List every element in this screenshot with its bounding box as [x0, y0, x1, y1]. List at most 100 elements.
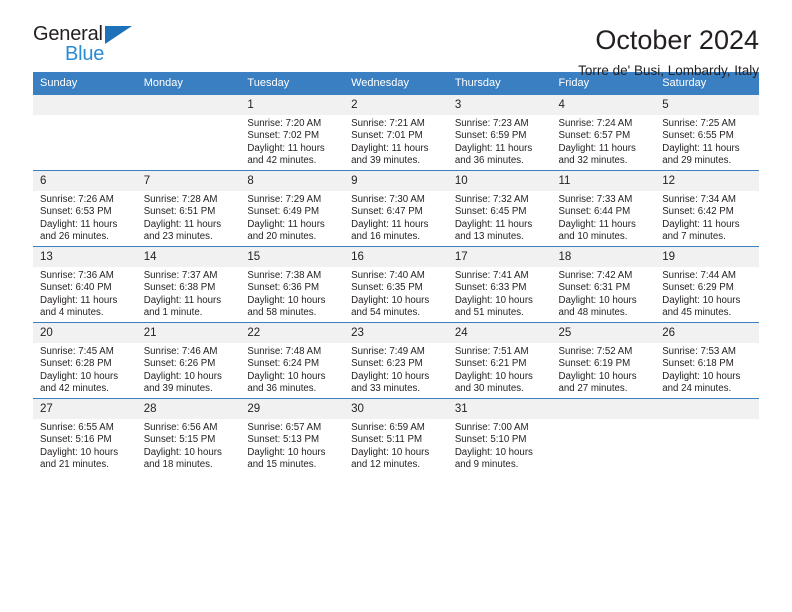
sunrise-text: Sunrise: 7:00 AM [454, 422, 529, 433]
sunset-text: Sunset: 6:57 PM [558, 130, 631, 142]
daylight-text: Daylight: 11 hours and 29 minutes. [662, 142, 740, 166]
day-cell[interactable]: 17 Sunrise: 7:41 AM Sunset: 6:33 PM Dayl… [447, 246, 552, 323]
day-cell[interactable] [136, 95, 241, 171]
day-cell[interactable]: 9 Sunrise: 7:30 AM Sunset: 6:47 PM Dayli… [344, 170, 448, 247]
day-cell[interactable]: 16 Sunrise: 7:40 AM Sunset: 6:35 PM Dayl… [344, 246, 448, 323]
sunset-text: Sunset: 6:23 PM [351, 358, 423, 370]
daylight-text: Daylight: 11 hours and 32 minutes. [558, 142, 636, 166]
day-number [136, 95, 241, 115]
sunrise-text: Sunrise: 7:29 AM [247, 194, 322, 205]
day-cell[interactable]: 30 Sunrise: 6:59 AM Sunset: 5:11 PM Dayl… [344, 398, 448, 474]
day-info: Sunrise: 7:37 AM Sunset: 6:38 PM Dayligh… [137, 267, 241, 319]
logo-triangle-icon [105, 26, 132, 44]
day-cell[interactable]: 19 Sunrise: 7:44 AM Sunset: 6:29 PM Dayl… [655, 246, 759, 323]
sunset-text: Sunset: 5:11 PM [351, 434, 423, 446]
day-cell[interactable]: 26 Sunrise: 7:53 AM Sunset: 6:18 PM Dayl… [655, 322, 759, 399]
sunrise-text: Sunrise: 7:51 AM [454, 346, 529, 357]
weekday-header-wednesday: Wednesday [344, 72, 448, 95]
sunrise-text: Sunrise: 7:21 AM [351, 118, 425, 129]
day-number: 22 [240, 323, 345, 343]
day-cell[interactable]: 6 Sunrise: 7:26 AM Sunset: 6:53 PM Dayli… [33, 170, 137, 247]
sunset-text: Sunset: 5:13 PM [247, 434, 320, 446]
day-info: Sunrise: 7:32 AM Sunset: 6:45 PM Dayligh… [448, 191, 552, 243]
sunset-text: Sunset: 5:15 PM [143, 434, 216, 446]
day-cell[interactable]: 21 Sunrise: 7:46 AM Sunset: 6:26 PM Dayl… [136, 322, 241, 399]
day-cell[interactable]: 11 Sunrise: 7:33 AM Sunset: 6:44 PM Dayl… [551, 170, 656, 247]
sunset-text: Sunset: 6:59 PM [454, 130, 527, 142]
daylight-text: Daylight: 10 hours and 30 minutes. [454, 370, 533, 394]
day-info: Sunrise: 7:23 AM Sunset: 6:59 PM Dayligh… [448, 115, 552, 167]
day-info: Sunrise: 7:20 AM Sunset: 7:02 PM Dayligh… [240, 115, 344, 167]
day-cell[interactable]: 31 Sunrise: 7:00 AM Sunset: 5:10 PM Dayl… [447, 398, 552, 474]
day-cell[interactable]: 18 Sunrise: 7:42 AM Sunset: 6:31 PM Dayl… [551, 246, 656, 323]
day-cell[interactable]: 13 Sunrise: 7:36 AM Sunset: 6:40 PM Dayl… [33, 246, 137, 323]
sunset-text: Sunset: 6:45 PM [454, 206, 527, 218]
day-info [33, 115, 137, 118]
daylight-text: Daylight: 10 hours and 51 minutes. [454, 294, 533, 318]
day-cell[interactable]: 14 Sunrise: 7:37 AM Sunset: 6:38 PM Dayl… [136, 246, 241, 323]
day-number [33, 95, 137, 115]
day-cell[interactable]: 4 Sunrise: 7:24 AM Sunset: 6:57 PM Dayli… [551, 95, 656, 171]
day-cell[interactable]: 7 Sunrise: 7:28 AM Sunset: 6:51 PM Dayli… [136, 170, 241, 247]
day-cell[interactable]: 22 Sunrise: 7:48 AM Sunset: 6:24 PM Dayl… [240, 322, 345, 399]
day-number: 3 [447, 95, 552, 115]
day-cell[interactable]: 23 Sunrise: 7:49 AM Sunset: 6:23 PM Dayl… [344, 322, 448, 399]
day-cell[interactable]: 25 Sunrise: 7:52 AM Sunset: 6:19 PM Dayl… [551, 322, 656, 399]
sunset-text: Sunset: 6:18 PM [662, 358, 734, 370]
daylight-text: Daylight: 11 hours and 1 minute. [143, 294, 222, 318]
week-row: 27 Sunrise: 6:55 AM Sunset: 5:16 PM Dayl… [33, 398, 759, 474]
day-cell[interactable]: 24 Sunrise: 7:51 AM Sunset: 6:21 PM Dayl… [447, 322, 552, 399]
daylight-text: Daylight: 10 hours and 21 minutes. [40, 446, 119, 470]
day-cell[interactable]: 2 Sunrise: 7:21 AM Sunset: 7:01 PM Dayli… [344, 95, 448, 171]
sunrise-text: Sunrise: 7:26 AM [40, 194, 114, 205]
sunrise-text: Sunrise: 7:23 AM [454, 118, 529, 129]
day-cell[interactable]: 29 Sunrise: 6:57 AM Sunset: 5:13 PM Dayl… [240, 398, 345, 474]
sunset-text: Sunset: 6:35 PM [351, 282, 423, 294]
sunset-text: Sunset: 6:40 PM [40, 282, 112, 294]
sunrise-text: Sunrise: 7:36 AM [40, 270, 114, 281]
day-info: Sunrise: 7:25 AM Sunset: 6:55 PM Dayligh… [655, 115, 759, 167]
daylight-text: Daylight: 11 hours and 39 minutes. [351, 142, 429, 166]
daylight-text: Daylight: 10 hours and 33 minutes. [351, 370, 430, 394]
day-number: 8 [240, 171, 345, 191]
day-number: 23 [344, 323, 448, 343]
day-cell[interactable]: 10 Sunrise: 7:32 AM Sunset: 6:45 PM Dayl… [447, 170, 552, 247]
day-cell[interactable] [33, 95, 137, 171]
day-cell[interactable]: 15 Sunrise: 7:38 AM Sunset: 6:36 PM Dayl… [240, 246, 345, 323]
day-info: Sunrise: 7:21 AM Sunset: 7:01 PM Dayligh… [344, 115, 448, 167]
day-cell[interactable] [655, 398, 759, 474]
day-cell[interactable]: 8 Sunrise: 7:29 AM Sunset: 6:49 PM Dayli… [240, 170, 345, 247]
sunset-text: Sunset: 7:01 PM [351, 130, 423, 142]
sunset-text: Sunset: 6:19 PM [558, 358, 631, 370]
sunset-text: Sunset: 6:28 PM [40, 358, 112, 370]
sunset-text: Sunset: 6:24 PM [247, 358, 320, 370]
day-cell[interactable] [551, 398, 656, 474]
day-info: Sunrise: 7:36 AM Sunset: 6:40 PM Dayligh… [33, 267, 137, 319]
day-cell[interactable]: 3 Sunrise: 7:23 AM Sunset: 6:59 PM Dayli… [447, 95, 552, 171]
day-cell[interactable]: 5 Sunrise: 7:25 AM Sunset: 6:55 PM Dayli… [655, 95, 759, 171]
sunset-text: Sunset: 6:47 PM [351, 206, 423, 218]
day-cell[interactable]: 28 Sunrise: 6:56 AM Sunset: 5:15 PM Dayl… [136, 398, 241, 474]
day-info: Sunrise: 7:44 AM Sunset: 6:29 PM Dayligh… [655, 267, 759, 319]
week-row: 1 Sunrise: 7:20 AM Sunset: 7:02 PM Dayli… [33, 95, 759, 171]
daylight-text: Daylight: 10 hours and 45 minutes. [662, 294, 741, 318]
sunset-text: Sunset: 6:29 PM [662, 282, 734, 294]
sunset-text: Sunset: 6:44 PM [558, 206, 631, 218]
day-info: Sunrise: 7:33 AM Sunset: 6:44 PM Dayligh… [552, 191, 656, 243]
day-info: Sunrise: 7:29 AM Sunset: 6:49 PM Dayligh… [240, 191, 344, 243]
day-cell[interactable]: 12 Sunrise: 7:34 AM Sunset: 6:42 PM Dayl… [655, 170, 759, 247]
daylight-text: Daylight: 10 hours and 9 minutes. [454, 446, 533, 470]
day-cell[interactable]: 20 Sunrise: 7:45 AM Sunset: 6:28 PM Dayl… [33, 322, 137, 399]
day-number: 2 [344, 95, 448, 115]
calendar-body: 1 Sunrise: 7:20 AM Sunset: 7:02 PM Dayli… [33, 95, 759, 474]
week-row: 20 Sunrise: 7:45 AM Sunset: 6:28 PM Dayl… [33, 322, 759, 399]
day-cell[interactable]: 1 Sunrise: 7:20 AM Sunset: 7:02 PM Dayli… [240, 95, 345, 171]
daylight-text: Daylight: 11 hours and 7 minutes. [662, 218, 740, 242]
sunrise-text: Sunrise: 7:32 AM [454, 194, 529, 205]
daylight-text: Daylight: 10 hours and 58 minutes. [247, 294, 326, 318]
day-number: 31 [447, 399, 552, 419]
day-number: 7 [136, 171, 241, 191]
day-cell[interactable]: 27 Sunrise: 6:55 AM Sunset: 5:16 PM Dayl… [33, 398, 137, 474]
sunrise-text: Sunrise: 7:25 AM [662, 118, 736, 129]
daylight-text: Daylight: 11 hours and 20 minutes. [247, 218, 325, 242]
